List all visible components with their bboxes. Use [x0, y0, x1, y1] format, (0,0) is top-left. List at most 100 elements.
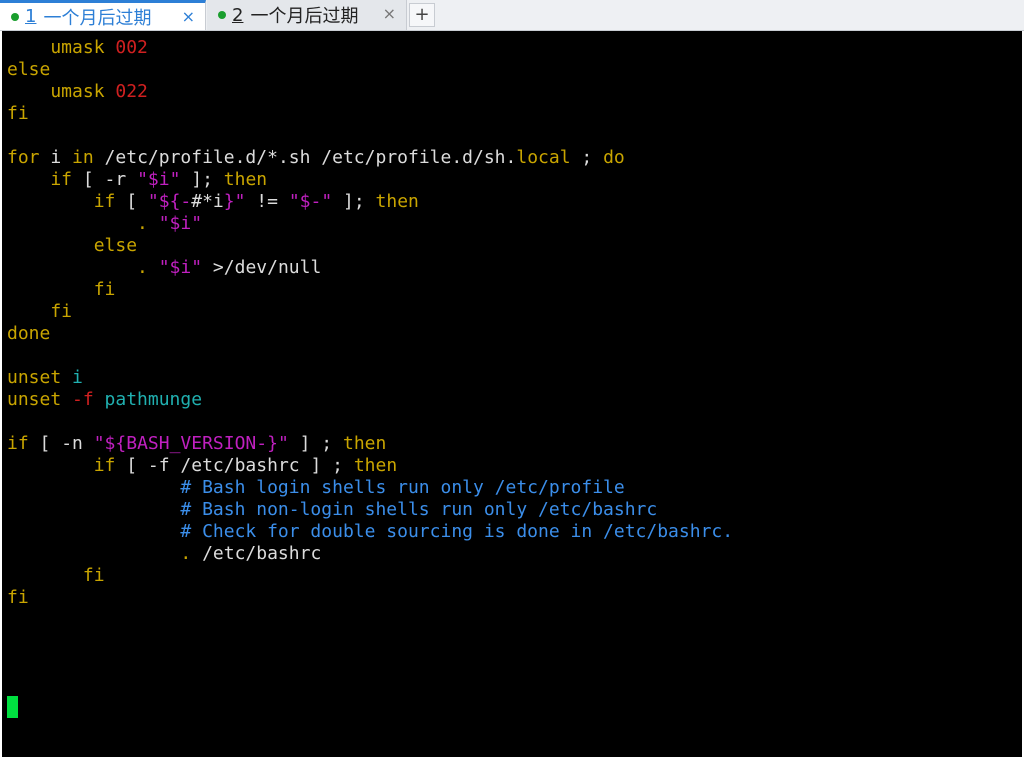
- terminal-text: if: [7, 433, 29, 454]
- terminal-text: "$i": [158, 257, 203, 278]
- terminal-text: unset: [7, 367, 62, 388]
- terminal-text: fi: [7, 301, 73, 322]
- terminal-text: umask: [7, 81, 116, 102]
- terminal-text: 002: [115, 37, 148, 58]
- terminal-text: .: [7, 257, 159, 278]
- terminal-text: [: [115, 191, 148, 212]
- terminal-text: >: [202, 257, 224, 278]
- terminal-text: ] ;: [299, 455, 354, 476]
- terminal-text: /etc/profile.d/*.sh /etc/profile.d/sh.: [93, 147, 517, 168]
- terminal-line: if [ "${-#*i}" != "$-" ]; then: [7, 191, 733, 213]
- close-icon[interactable]: ×: [182, 7, 195, 26]
- terminal-text: # Bash non-login shells run only /etc/ba…: [7, 499, 658, 520]
- tab-number: 2: [232, 4, 244, 26]
- terminal-text: then: [342, 433, 387, 454]
- terminal-line: # Bash non-login shells run only /etc/ba…: [7, 499, 733, 521]
- terminal-text: /etc/bashrc: [180, 455, 300, 476]
- terminal-text: unset: [7, 389, 62, 410]
- terminal-text: umask: [7, 37, 116, 58]
- terminal-line: umask 002: [7, 37, 733, 59]
- terminal-text: # Check for double sourcing is done in /…: [7, 521, 734, 542]
- terminal-line: umask 022: [7, 81, 733, 103]
- terminal-text: .: [7, 213, 159, 234]
- terminal-text: if: [7, 169, 73, 190]
- connected-status-icon: [11, 12, 19, 21]
- terminal-line: done: [7, 323, 733, 345]
- terminal-line: else: [7, 59, 733, 81]
- terminal-text: fi: [7, 565, 105, 586]
- terminal-line: fi: [7, 301, 733, 323]
- terminal-line: if [ -n "${BASH_VERSION-}" ] ; then: [7, 433, 733, 455]
- terminal-line: # Check for double sourcing is done in /…: [7, 521, 733, 543]
- terminal-text: /etc/bashrc: [202, 543, 322, 564]
- terminal-text: !=: [245, 191, 289, 212]
- terminal-text: ] ;: [288, 433, 343, 454]
- terminal-text: then: [223, 169, 268, 190]
- tab-bar: 1 一个月后过期 × 2 一个月后过期 × +: [0, 0, 1024, 31]
- new-tab-button[interactable]: +: [409, 3, 435, 27]
- terminal-text: [ -r: [72, 169, 138, 190]
- terminal-text: -f: [61, 389, 94, 410]
- terminal-text: if: [7, 455, 116, 476]
- terminal-text: if: [7, 191, 116, 212]
- terminal-line: . "$i" >/dev/null: [7, 257, 733, 279]
- terminal-line: else: [7, 235, 733, 257]
- terminal-line: fi: [7, 565, 733, 587]
- terminal-text: "$-": [288, 191, 333, 212]
- terminal-text: i: [39, 147, 73, 168]
- terminal-line: unset i: [7, 367, 733, 389]
- terminal-text: #*i: [191, 191, 224, 212]
- terminal-output: umask 002 else umask 022 fi for i in /etc/p…: [7, 37, 733, 609]
- terminal-text: else: [7, 59, 51, 80]
- terminal-text: fi: [7, 103, 29, 124]
- terminal-text: pathmunge: [93, 389, 203, 410]
- terminal-text: "$i": [137, 169, 181, 190]
- terminal-line: if [ -f /etc/bashrc ] ; then: [7, 455, 733, 477]
- terminal-line: if [ -r "$i" ]; then: [7, 169, 733, 191]
- tab-number: 1: [25, 6, 37, 27]
- tab-title: 一个月后过期: [43, 7, 152, 29]
- terminal-line: . /etc/bashrc: [7, 543, 733, 565]
- terminal-line: for i in /etc/profile.d/*.sh /etc/profil…: [7, 147, 733, 169]
- terminal-text: done: [7, 323, 51, 344]
- terminal-text: "$i": [158, 213, 203, 234]
- tab-session-1[interactable]: 1 一个月后过期 ×: [0, 0, 206, 30]
- terminal-text: /dev/null: [223, 257, 322, 278]
- terminal-cursor: [7, 696, 18, 718]
- terminal-line: unset -f pathmunge: [7, 389, 733, 411]
- terminal-text: i: [61, 367, 83, 388]
- terminal-text: fi: [7, 279, 116, 300]
- tab-title: 一个月后过期: [250, 6, 359, 27]
- close-icon[interactable]: ×: [383, 4, 396, 23]
- terminal-line: fi: [7, 279, 733, 301]
- terminal-line: fi: [7, 587, 733, 609]
- terminal-text: in: [72, 147, 94, 168]
- terminal-text: ];: [332, 191, 376, 212]
- terminal-text: 022: [115, 81, 148, 102]
- terminal-text: then: [353, 455, 398, 476]
- terminal-text: [ -f: [115, 455, 181, 476]
- connected-status-icon: [218, 11, 226, 19]
- terminal-line: fi: [7, 103, 733, 125]
- terminal-text: ;: [570, 147, 604, 168]
- terminal-text: do: [603, 147, 625, 168]
- terminal-text: }": [223, 191, 246, 212]
- terminal-text: fi: [7, 587, 29, 608]
- terminal-text: for: [7, 147, 40, 168]
- terminal-text: # Bash login shells run only /etc/profil…: [7, 477, 625, 498]
- terminal-line: . "$i": [7, 213, 733, 235]
- terminal-text: "${BASH_VERSION-}": [93, 433, 289, 454]
- terminal-text: "${-: [147, 191, 192, 212]
- terminal-text: .: [7, 543, 203, 564]
- terminal-text: else: [7, 235, 138, 256]
- terminal-line: # Bash login shells run only /etc/profil…: [7, 477, 733, 499]
- terminal-text: then: [375, 191, 419, 212]
- tab-session-2[interactable]: 2 一个月后过期 ×: [207, 0, 407, 30]
- terminal-text: [ -n: [28, 433, 94, 454]
- terminal-text: ];: [180, 169, 224, 190]
- terminal-window[interactable]: umask 002 else umask 022 fi for i in /etc/p…: [2, 31, 1022, 757]
- terminal-text: local: [516, 147, 571, 168]
